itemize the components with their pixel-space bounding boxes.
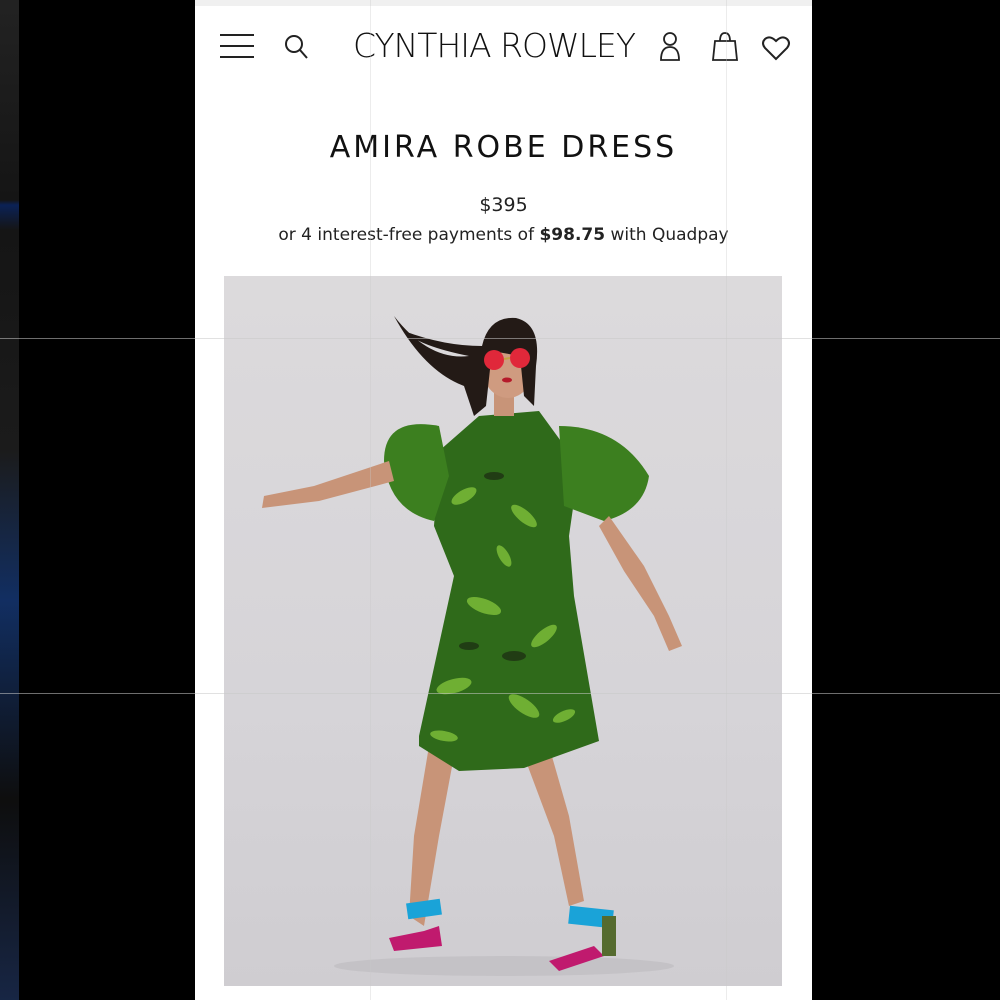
mobile-page: CYNTHIA ROWLEY AMIRA ROBE DRESS $395 or … — [195, 0, 812, 1000]
installment-prefix: or 4 interest-free payments of — [278, 225, 535, 245]
product-image[interactable] — [224, 276, 782, 986]
site-header: CYNTHIA ROWLEY — [195, 10, 812, 80]
product-price: $395 — [479, 194, 528, 216]
model-illustration — [262, 316, 682, 976]
grid-guide-vertical-1 — [370, 0, 371, 1000]
installment-suffix[interactable]: with Quadpay — [610, 225, 728, 245]
grid-guide-horizontal-1 — [0, 338, 1000, 339]
background-window-edge — [0, 0, 19, 1000]
grid-guide-vertical-2 — [726, 0, 727, 1000]
grid-guide-horizontal-2 — [0, 693, 1000, 694]
account-icon[interactable] — [658, 30, 682, 62]
hamburger-menu-icon[interactable] — [220, 34, 254, 58]
status-bar — [195, 0, 812, 6]
product-title: AMIRA ROBE DRESS — [329, 130, 678, 165]
search-icon[interactable] — [283, 32, 309, 62]
heart-icon[interactable] — [761, 34, 791, 62]
installment-info: or 4 interest-free payments of $98.75 wi… — [195, 225, 812, 245]
brand-logo[interactable]: CYNTHIA ROWLEY — [353, 24, 653, 68]
shopping-bag-icon[interactable] — [710, 30, 740, 62]
installment-amount: $98.75 — [539, 225, 606, 245]
